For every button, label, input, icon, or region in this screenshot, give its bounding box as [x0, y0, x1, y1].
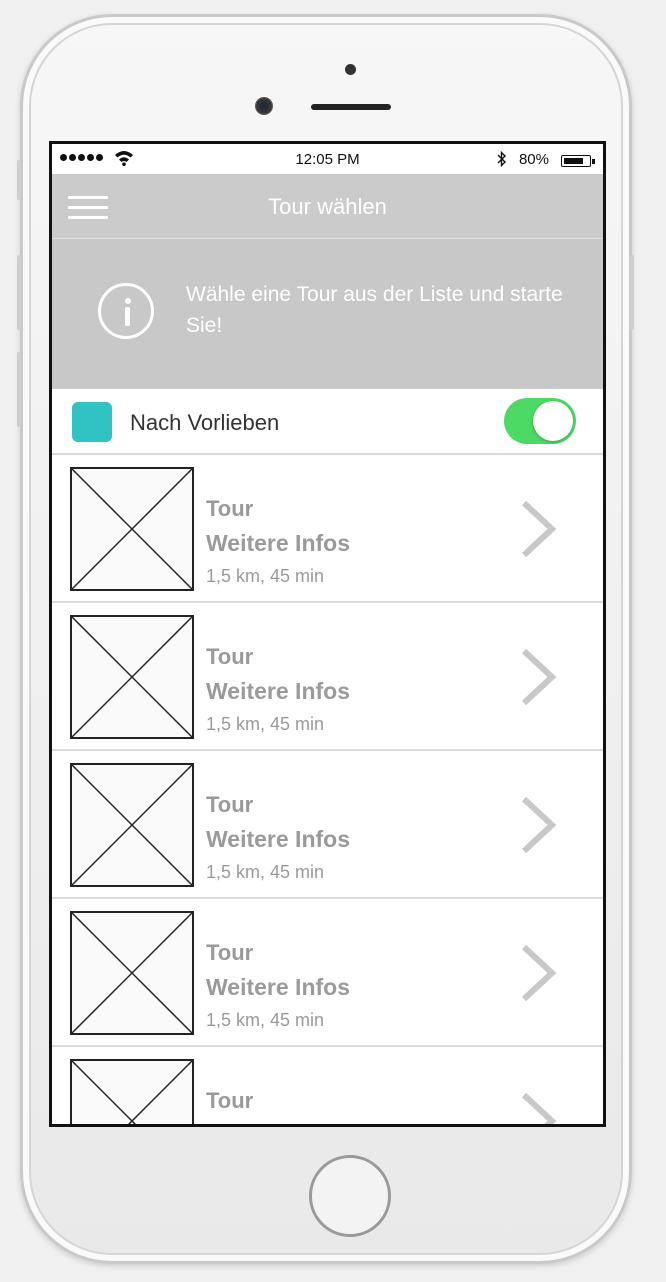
image-placeholder-icon: [70, 467, 194, 591]
tour-list-item[interactable]: Tour: [52, 1047, 603, 1124]
earpiece-speaker: [311, 104, 391, 110]
nav-bar: Tour wählen: [52, 174, 603, 239]
image-placeholder-icon: [70, 911, 194, 1035]
image-placeholder-icon: [70, 763, 194, 887]
info-text: Wähle eine Tour aus der Liste und starte…: [186, 283, 563, 337]
tour-title: Tour: [206, 1088, 254, 1113]
page-title: Tour wählen: [268, 194, 387, 219]
image-placeholder-icon: [70, 615, 194, 739]
chevron-right-icon: [521, 648, 557, 706]
chevron-right-icon: [521, 500, 557, 558]
tour-list-item[interactable]: Tour Weitere Infos 1,5 km, 45 min: [52, 603, 603, 751]
status-bar: 12:05 PM 80%: [52, 144, 603, 174]
battery-icon: [561, 155, 595, 167]
tour-title: Tour: [206, 644, 254, 669]
tour-list-item[interactable]: Tour Weitere Infos 1,5 km, 45 min: [52, 751, 603, 899]
tour-subtitle: Weitere Infos: [206, 826, 350, 852]
preference-row: Nach Vorlieben: [52, 389, 603, 455]
power-button: [630, 255, 634, 330]
tour-list-item[interactable]: Tour Weitere Infos 1,5 km, 45 min: [52, 899, 603, 1047]
tour-subtitle: Weitere Infos: [206, 530, 350, 556]
tour-title: Tour: [206, 496, 254, 521]
tour-subtitle: Weitere Infos: [206, 974, 350, 1000]
preference-toggle[interactable]: [504, 398, 576, 444]
front-camera: [255, 97, 273, 115]
tour-title: Tour: [206, 940, 254, 965]
tour-list-item[interactable]: Tour Weitere Infos 1,5 km, 45 min: [52, 455, 603, 603]
tour-meta: 1,5 km, 45 min: [206, 862, 325, 882]
info-circle-icon: [98, 283, 154, 339]
volume-up-button: [17, 255, 21, 330]
chevron-right-icon: [521, 944, 557, 1002]
battery-percent: 80%: [518, 151, 549, 168]
info-banner: Wähle eine Tour aus der Liste und starte…: [52, 239, 603, 389]
preference-label: Nach Vorlieben: [130, 410, 280, 435]
tour-title: Tour: [206, 792, 254, 817]
toggle-knob: [533, 401, 573, 441]
bluetooth-icon: [497, 151, 506, 167]
tour-meta: 1,5 km, 45 min: [206, 1010, 325, 1030]
chevron-right-icon: [521, 1092, 557, 1124]
app-screen: 12:05 PM 80% Tour wählen Wähle eine Tour…: [49, 141, 606, 1127]
silent-switch: [17, 160, 21, 200]
tour-list: Tour Weitere Infos 1,5 km, 45 min Tour W…: [52, 455, 603, 1124]
home-button[interactable]: [309, 1155, 391, 1237]
volume-down-button: [17, 352, 21, 427]
preference-color-swatch: [72, 402, 112, 442]
proximity-sensor: [345, 64, 356, 75]
tour-subtitle: Weitere Infos: [206, 678, 350, 704]
image-placeholder-icon: [70, 1059, 194, 1124]
tour-meta: 1,5 km, 45 min: [206, 566, 325, 586]
chevron-right-icon: [521, 796, 557, 854]
tour-meta: 1,5 km, 45 min: [206, 714, 325, 734]
